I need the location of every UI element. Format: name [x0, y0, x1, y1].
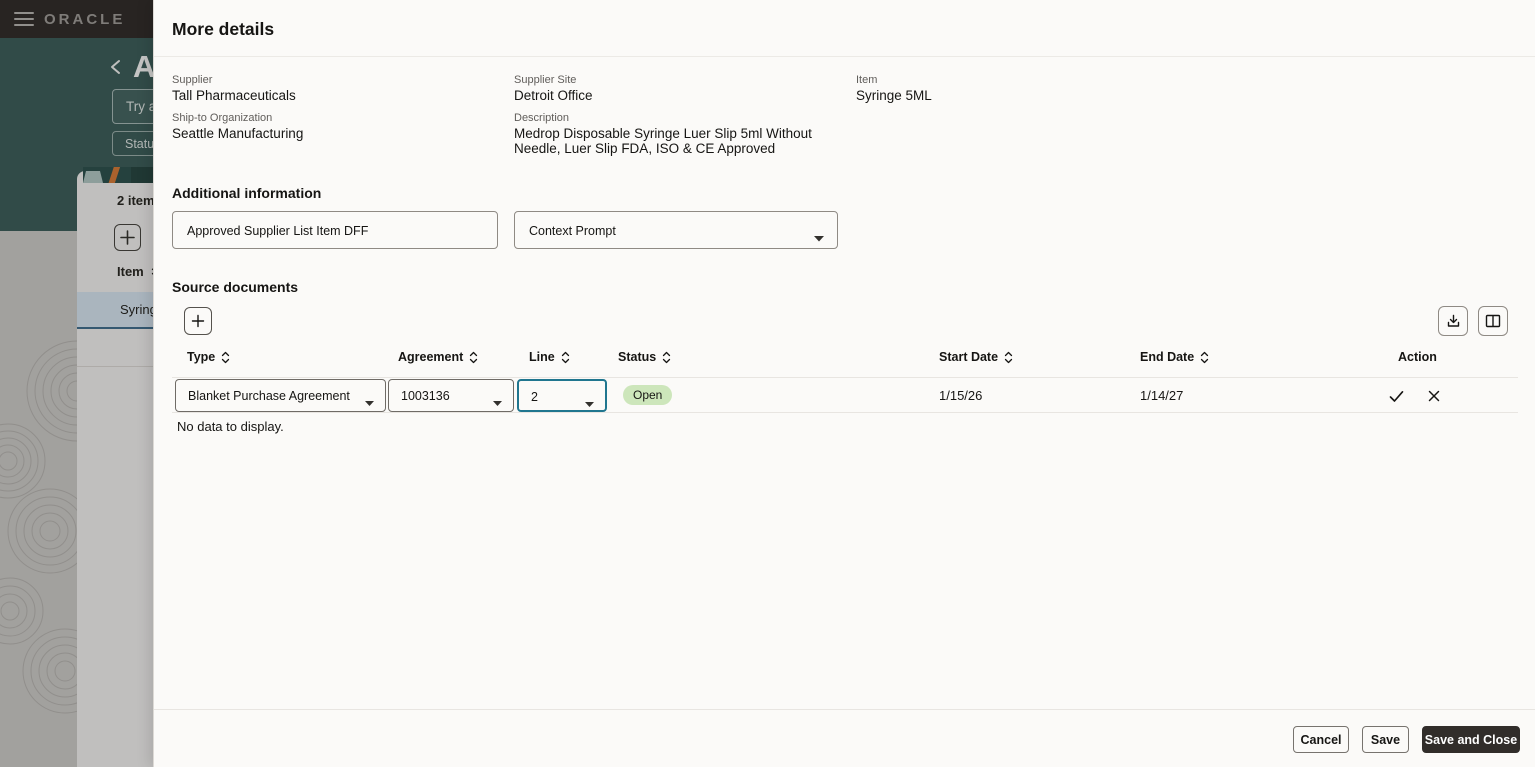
- field-value: Tall Pharmaceuticals: [172, 89, 296, 104]
- column-header-line[interactable]: Line: [529, 350, 570, 364]
- check-icon: [1389, 390, 1404, 403]
- background-page: A Try a Status: [0, 0, 153, 767]
- empty-table-message: No data to display.: [177, 419, 284, 434]
- field-label: Item: [856, 74, 932, 86]
- column-header-type[interactable]: Type: [187, 350, 230, 364]
- save-button[interactable]: Save: [1362, 726, 1409, 753]
- dff-input[interactable]: Approved Supplier List Item DFF: [172, 211, 498, 249]
- field-value: Medrop Disposable Syringe Luer Slip 5ml …: [514, 127, 836, 156]
- sort-icon: [469, 351, 478, 364]
- additional-information-heading: Additional information: [172, 185, 321, 201]
- type-select[interactable]: Blanket Purchase Agreement: [175, 379, 386, 412]
- end-date-value: 1/14/27: [1140, 388, 1183, 403]
- chevron-down-icon: [814, 229, 824, 247]
- field-ship-to-organization: Ship-to Organization Seattle Manufacturi…: [172, 112, 303, 142]
- field-label: Supplier Site: [514, 74, 593, 86]
- field-value: Detroit Office: [514, 89, 593, 104]
- screen: A Try a Status: [0, 0, 1535, 767]
- field-label: Supplier: [172, 74, 296, 86]
- column-header-status[interactable]: Status: [618, 350, 671, 364]
- close-icon: [1428, 390, 1440, 402]
- sort-icon: [1200, 351, 1209, 364]
- modal-scrim[interactable]: [0, 0, 153, 767]
- context-prompt-select[interactable]: Context Prompt: [514, 211, 838, 249]
- field-item: Item Syringe 5ML: [856, 74, 932, 104]
- cancel-button[interactable]: Cancel: [1293, 726, 1349, 753]
- source-documents-heading: Source documents: [172, 279, 298, 295]
- start-date-value: 1/15/26: [939, 388, 982, 403]
- sort-icon: [221, 351, 230, 364]
- field-supplier-site: Supplier Site Detroit Office: [514, 74, 593, 104]
- footer-divider: [154, 709, 1535, 710]
- column-header-agreement[interactable]: Agreement: [398, 350, 478, 364]
- chevron-down-icon: [493, 394, 502, 412]
- sort-icon: [1004, 351, 1013, 364]
- field-supplier: Supplier Tall Pharmaceuticals: [172, 74, 296, 104]
- column-header-action: Action: [1398, 350, 1437, 364]
- field-label: Ship-to Organization: [172, 112, 303, 124]
- columns-icon: [1485, 314, 1501, 328]
- column-header-start-date[interactable]: Start Date: [939, 350, 1013, 364]
- context-prompt-value: Context Prompt: [529, 224, 616, 238]
- status-badge: Open: [623, 385, 672, 405]
- chevron-down-icon: [365, 394, 374, 412]
- dff-input-label: Approved Supplier List Item DFF: [187, 224, 368, 238]
- agreement-select[interactable]: 1003136: [388, 379, 514, 412]
- sort-icon: [662, 351, 671, 364]
- sort-icon: [561, 351, 570, 364]
- field-value: Seattle Manufacturing: [172, 127, 303, 142]
- drawer-title: More details: [172, 19, 274, 40]
- field-description: Description Medrop Disposable Syringe Lu…: [514, 112, 836, 156]
- download-button[interactable]: [1438, 306, 1468, 336]
- more-details-drawer: More details Supplier Tall Pharmaceutica…: [153, 0, 1535, 767]
- plus-icon: [190, 313, 206, 329]
- confirm-row-button[interactable]: [1387, 387, 1405, 405]
- column-header-end-date[interactable]: End Date: [1140, 350, 1209, 364]
- add-source-document-button[interactable]: [184, 307, 212, 335]
- field-label: Description: [514, 112, 836, 124]
- manage-columns-button[interactable]: [1478, 306, 1508, 336]
- field-value: Syringe 5ML: [856, 89, 932, 104]
- download-icon: [1445, 313, 1462, 330]
- cancel-row-button[interactable]: [1425, 387, 1443, 405]
- chevron-down-icon: [585, 395, 594, 413]
- header-divider: [154, 56, 1535, 57]
- line-select[interactable]: 2: [517, 379, 607, 412]
- save-and-close-button[interactable]: Save and Close: [1422, 726, 1520, 753]
